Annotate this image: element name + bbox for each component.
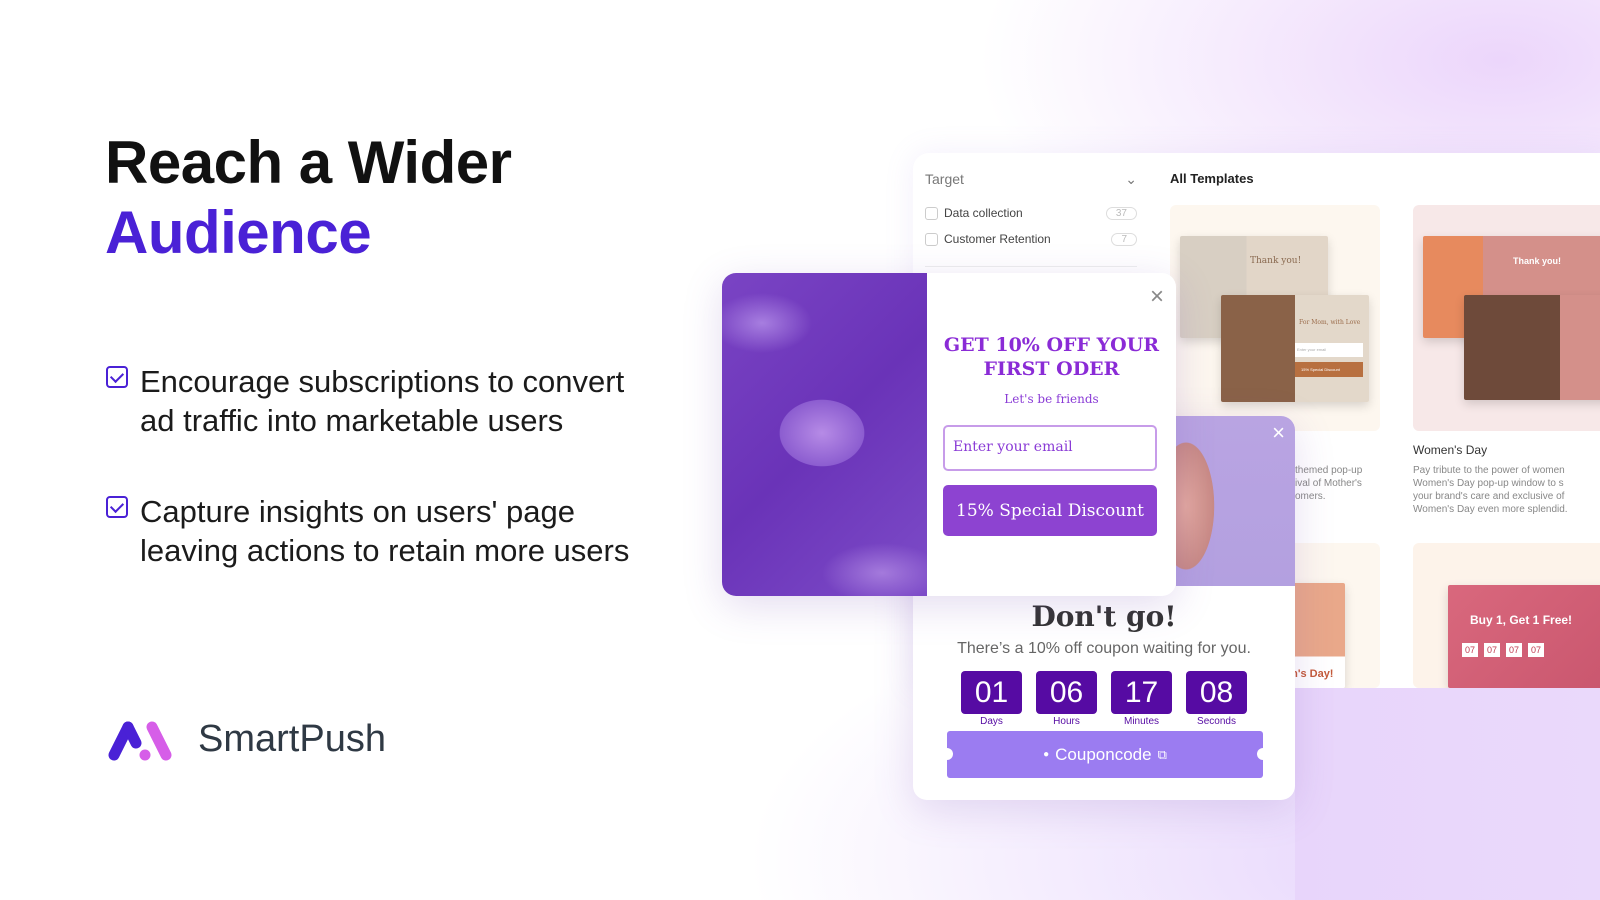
- brand-logo: SmartPush: [108, 718, 386, 761]
- timer-days: 01 Days: [961, 671, 1022, 727]
- checkbox[interactable]: [925, 232, 938, 246]
- bullet-text: Capture insights on users' page: [140, 494, 576, 529]
- preview-email: Enter your email: [1295, 343, 1363, 357]
- target-filter: Target ⌄ Data collection 37 Customer Reten…: [925, 171, 1137, 267]
- bullet-item: Capture insights on users' page leaving a…: [106, 492, 706, 570]
- preview-button: 15% Special Discount: [1295, 362, 1363, 377]
- preview-title: Thank you!: [1250, 256, 1302, 266]
- preview-title: Thank you!: [1513, 256, 1562, 266]
- bullet-text: Encourage subscriptions to convert: [140, 364, 625, 399]
- checkbox-icon: [106, 496, 128, 518]
- checkbox[interactable]: [925, 206, 938, 220]
- card-description: Pay tribute to the power of women Women'…: [1413, 465, 1568, 515]
- countdown-timer: 01 Days 06 Hours 17 Minutes 08 Seconds: [961, 671, 1247, 727]
- coupon-code-button[interactable]: ● Couponcode ⧉: [941, 731, 1269, 778]
- filter-label: Target: [925, 171, 964, 187]
- count-badge: 7: [1111, 232, 1137, 246]
- filter-option[interactable]: Customer Retention 7: [925, 226, 1137, 252]
- coupon-label: Couponcode: [1055, 744, 1152, 764]
- option-label: Customer Retention: [944, 232, 1051, 246]
- preview-title: Buy 1, Get 1 Free!: [1470, 613, 1573, 627]
- divider: [925, 266, 1137, 267]
- preview-timer: 07 07 07 07: [1462, 643, 1545, 657]
- close-icon[interactable]: ×: [1150, 283, 1164, 311]
- filter-option[interactable]: Data collection 37: [925, 200, 1137, 226]
- popup-title: GET 10% OFF YOUR FIRST ODER: [943, 334, 1160, 380]
- brand-name: SmartPush: [198, 718, 386, 760]
- title-accent: Audience: [105, 199, 372, 266]
- discount-button[interactable]: 15% Special Discount: [943, 485, 1157, 536]
- template-preview: For Mom, with Love Enter your email 15% …: [1221, 295, 1369, 402]
- bullet-item: Encourage subscriptions to convert ad tra…: [106, 362, 706, 440]
- template-card-womens-day[interactable]: Thank you!: [1413, 205, 1600, 431]
- popup-subtitle: There’s a 10% off coupon waiting for you…: [957, 640, 1251, 657]
- chevron-down-icon[interactable]: ⌄: [1125, 171, 1137, 188]
- bullet-text: leaving actions to retain more users: [140, 533, 630, 568]
- background-panel: [1295, 688, 1600, 900]
- title-line: Reach a Wider: [105, 129, 512, 196]
- templates-title: All Templates: [1170, 171, 1254, 186]
- card-title: Women's Day: [1413, 443, 1488, 457]
- bullet-text: ad traffic into marketable users: [140, 403, 564, 438]
- close-icon[interactable]: ×: [1272, 420, 1285, 446]
- checkbox-icon: [106, 366, 128, 388]
- timer-hours: 06 Hours: [1036, 671, 1097, 727]
- template-card-mothers-day[interactable]: Thank you! For Mom, with Love Enter your…: [1170, 205, 1380, 431]
- template-card[interactable]: Buy 1, Get 1 Free! 07 07 07 07: [1413, 543, 1600, 688]
- timer-minutes: 17 Minutes: [1111, 671, 1172, 727]
- template-preview: Buy 1, Get 1 Free! 07 07 07 07: [1448, 585, 1600, 688]
- copy-icon[interactable]: ⧉: [1158, 747, 1167, 763]
- popup-image: [722, 273, 927, 596]
- popup-subtitle: Let's be friends: [1004, 392, 1099, 406]
- popup-title: Don't go!: [1031, 600, 1177, 633]
- card-description: themed pop-up ival of Mother's omers.: [1295, 465, 1363, 502]
- subscribe-popup: × GET 10% OFF YOUR FIRST ODER Let's be f…: [722, 273, 1176, 596]
- email-input[interactable]: Enter your email: [943, 425, 1157, 471]
- tag-icon: ●: [1043, 749, 1050, 760]
- option-label: Data collection: [944, 206, 1023, 220]
- smartpush-logo-icon: [108, 721, 172, 760]
- template-preview: [1464, 295, 1600, 400]
- filter-header[interactable]: Target ⌄: [925, 171, 1137, 188]
- count-badge: 37: [1105, 206, 1137, 220]
- timer-seconds: 08 Seconds: [1186, 671, 1247, 727]
- hero-title: Reach a Wider Audience: [105, 128, 512, 268]
- preview-title: For Mom, with Love: [1299, 319, 1361, 326]
